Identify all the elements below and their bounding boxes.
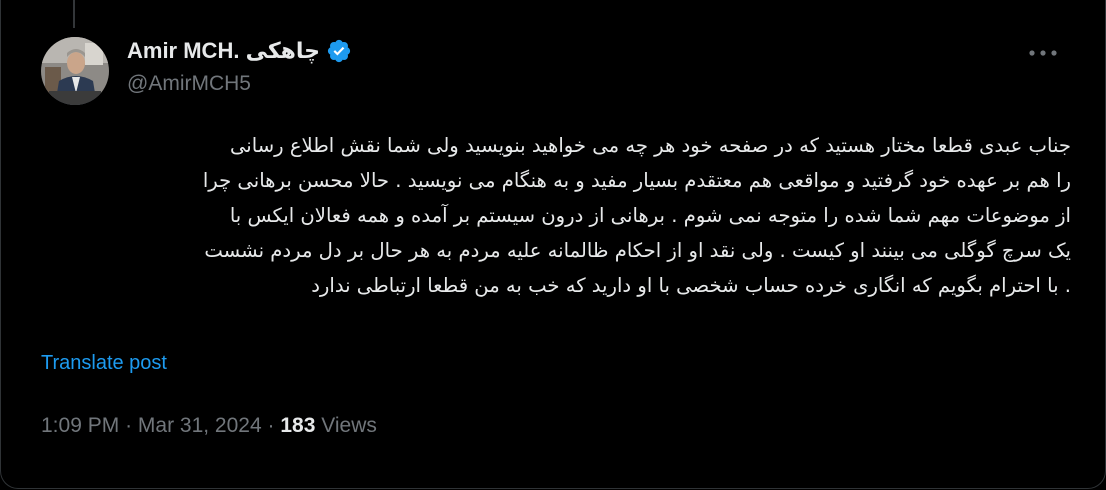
tweet-text-line: را هم بر عهده خود گرفتید و مواقعی هم معت…: [202, 169, 1071, 192]
views-label: Views: [321, 414, 377, 437]
tweet-text-line: یک سرچ گوگلی می بینند او کیست . ولی نقد …: [204, 239, 1071, 262]
tweet-date[interactable]: Mar 31, 2024: [138, 414, 262, 437]
tweet-metadata: 1:09 PM · Mar 31, 2024 · 183 Views: [41, 414, 377, 438]
tweet-text-line: . با احترام بگویم که انگاری خرده حساب شخ…: [311, 274, 1071, 297]
more-horizontal-icon: [1029, 50, 1057, 56]
meta-separator: ·: [125, 414, 133, 437]
author-display-name[interactable]: Amir MCH. چاهکی: [127, 38, 320, 64]
more-options-button[interactable]: [1023, 38, 1063, 68]
author-handle[interactable]: @AmirMCH5: [127, 72, 251, 96]
thread-connector-line: [73, 0, 75, 28]
tweet-time[interactable]: 1:09 PM: [41, 414, 119, 437]
tweet-text-line: جناب عبدی قطعا مختار هستید که در صفحه خو…: [229, 134, 1071, 157]
tweet-text-line: از موضوعات مهم شما شده را متوجه نمی شوم …: [229, 204, 1071, 227]
tweet-card: Amir MCH. چاهکی @AmirMCH5 جناب عبدی قطعا…: [0, 0, 1106, 489]
verified-badge-icon[interactable]: [326, 38, 352, 64]
views-count: 183: [280, 414, 316, 437]
author-avatar[interactable]: [41, 37, 109, 105]
translate-post-link[interactable]: Translate post: [41, 352, 167, 375]
meta-separator: ·: [267, 414, 275, 437]
tweet-text: جناب عبدی قطعا مختار هستید که در صفحه خو…: [41, 128, 1071, 303]
author-name-row: Amir MCH. چاهکی: [127, 36, 352, 66]
